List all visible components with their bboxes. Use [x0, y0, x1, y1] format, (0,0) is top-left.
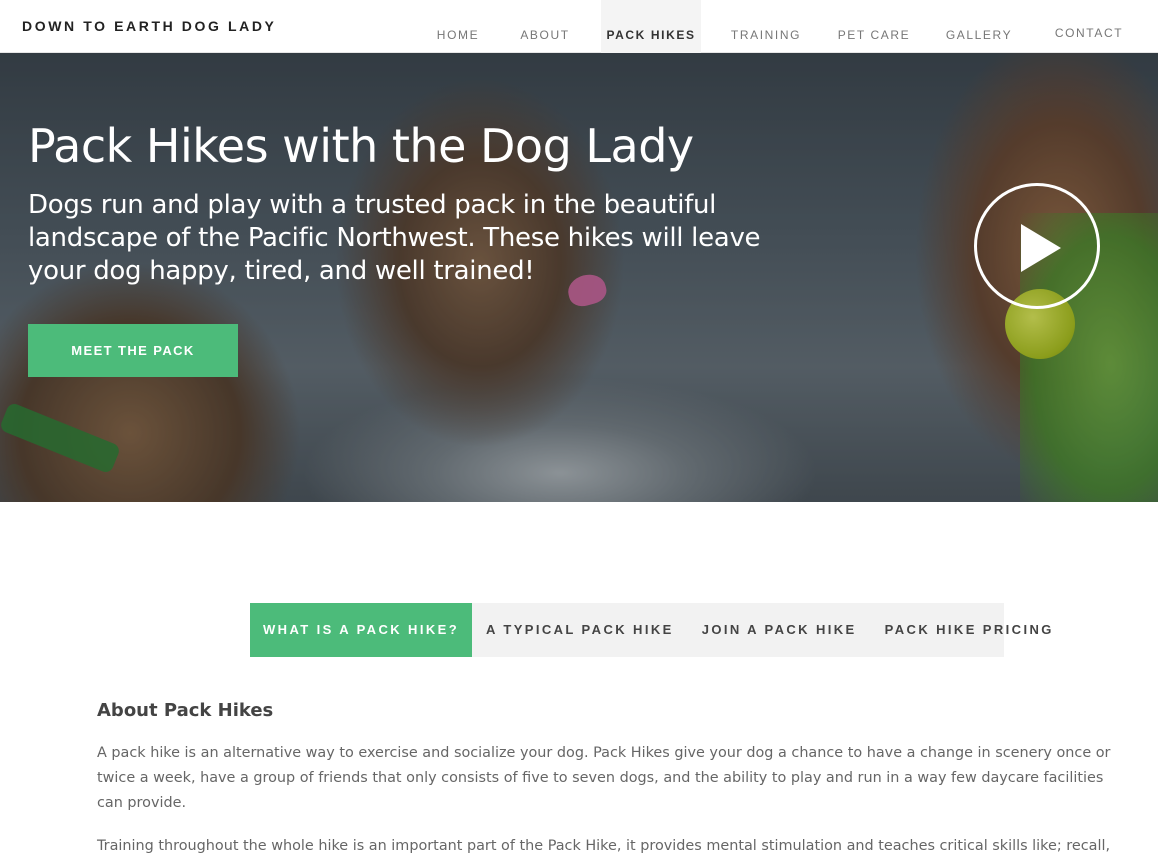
tab-pack-hike-pricing[interactable]: PACK HIKE PRICING: [871, 603, 1068, 657]
tab-content: About Pack Hikes A pack hike is an alter…: [97, 700, 1117, 864]
nav-contact[interactable]: CONTACT: [1046, 0, 1132, 53]
main-nav: HOME ABOUT PACK HIKES TRAINING PET CARE …: [0, 0, 1158, 53]
tab-typical-pack-hike[interactable]: A TYPICAL PACK HIKE: [472, 603, 688, 657]
content-paragraph: Training throughout the whole hike is an…: [97, 838, 1111, 864]
hero-title: Pack Hikes with the Dog Lady: [28, 119, 694, 173]
tab-join-a-pack-hike[interactable]: JOIN A PACK HIKE: [688, 603, 871, 657]
content-paragraph: A pack hike is an alternative way to exe…: [97, 745, 1111, 811]
nav-pet-care[interactable]: PET CARE: [832, 0, 916, 53]
play-icon: [1021, 224, 1061, 272]
nav-gallery[interactable]: GALLERY: [938, 0, 1020, 53]
video-play-button[interactable]: [974, 183, 1100, 309]
meet-the-pack-button[interactable]: MEET THE PACK: [28, 324, 238, 377]
nav-about[interactable]: ABOUT: [511, 0, 579, 53]
nav-pack-hikes[interactable]: PACK HIKES: [601, 0, 701, 53]
site-header: DOWN TO EARTH DOG LADY HOME ABOUT PACK H…: [0, 0, 1158, 53]
pack-hike-tabs: WHAT IS A PACK HIKE? A TYPICAL PACK HIKE…: [250, 603, 1051, 657]
hero-subtitle: Dogs run and play with a trusted pack in…: [28, 190, 761, 286]
section-title: About Pack Hikes: [97, 700, 274, 721]
tab-what-is-a-pack-hike[interactable]: WHAT IS A PACK HIKE?: [250, 603, 473, 657]
nav-home[interactable]: HOME: [425, 0, 491, 53]
hero-banner: Pack Hikes with the Dog Lady Dogs run an…: [0, 53, 1158, 502]
nav-training[interactable]: TRAINING: [722, 0, 810, 53]
